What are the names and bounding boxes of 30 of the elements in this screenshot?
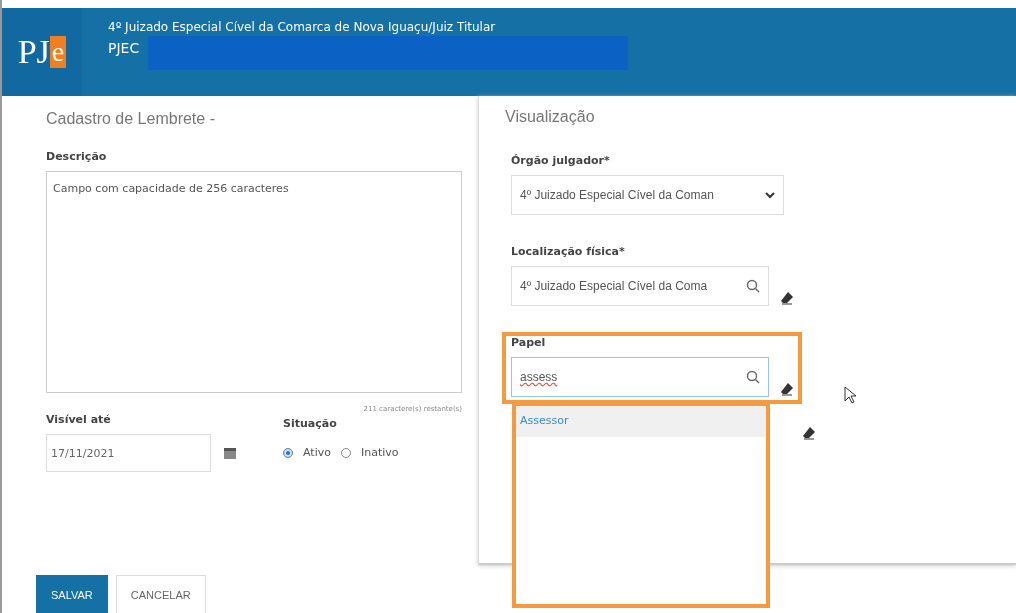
system-name: PJEC [108,40,141,56]
date-field[interactable]: 17/11/2021 [46,434,211,472]
field-label: Situação [283,417,338,430]
court-title: 4º Juizado Especial Cível da Comarca de Nova Iguaçu/Juiz Titular [108,20,497,34]
radio-button[interactable] [283,447,293,458]
save-button[interactable]: SALVAR [36,575,108,613]
radio-label: Ativo [303,446,331,459]
form-title: Cadastro de Lembrete - [46,110,216,128]
cancel-button[interactable]: CANCELAR [115,575,206,613]
search-icon[interactable] [746,370,760,384]
field-label: Órgão julgador* [511,154,611,167]
search-icon[interactable] [746,279,760,293]
eraser-icon[interactable] [801,425,817,441]
search-field[interactable]: 4º Juizado Especial Cível da Coma [511,266,769,306]
panel-title: Visualização [505,108,596,126]
field-label: Localização física* [511,245,626,258]
field-label: Visível até [46,413,112,426]
chevron-down-icon[interactable] [765,191,775,199]
logo[interactable]: PJe [2,8,82,96]
search-field[interactable]: assess [511,357,769,397]
radio-label: Inativo [360,446,399,459]
description-field[interactable]: Campo com capacidade de 256 caracteres [46,171,462,393]
select-field[interactable]: 4º Juizado Especial Cível da Coman [511,175,784,215]
eraser-icon[interactable] [779,290,795,306]
calendar-icon[interactable] [223,446,237,460]
field-label: Descrição [46,150,108,163]
radio-button[interactable] [340,447,351,458]
field-label: Papel [511,336,547,349]
eraser-icon[interactable] [779,381,795,397]
mouse-cursor-icon [844,386,856,404]
